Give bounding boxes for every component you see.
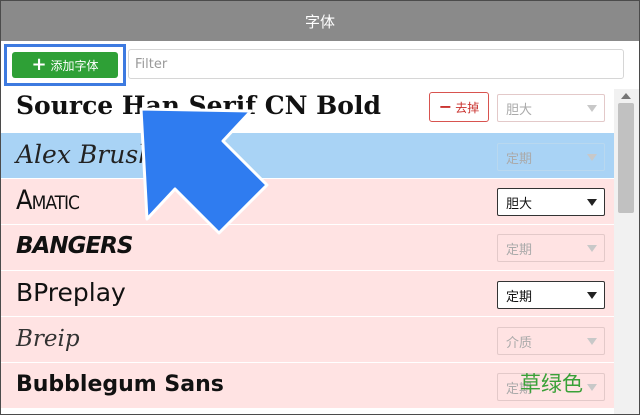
font-dialog: 字体 + 添加字体 Source Han Serif CN Bold − 去掉 … <box>0 0 640 415</box>
watermark-label: 草绿色 <box>520 372 583 396</box>
arrow-pointer-icon <box>139 107 269 235</box>
